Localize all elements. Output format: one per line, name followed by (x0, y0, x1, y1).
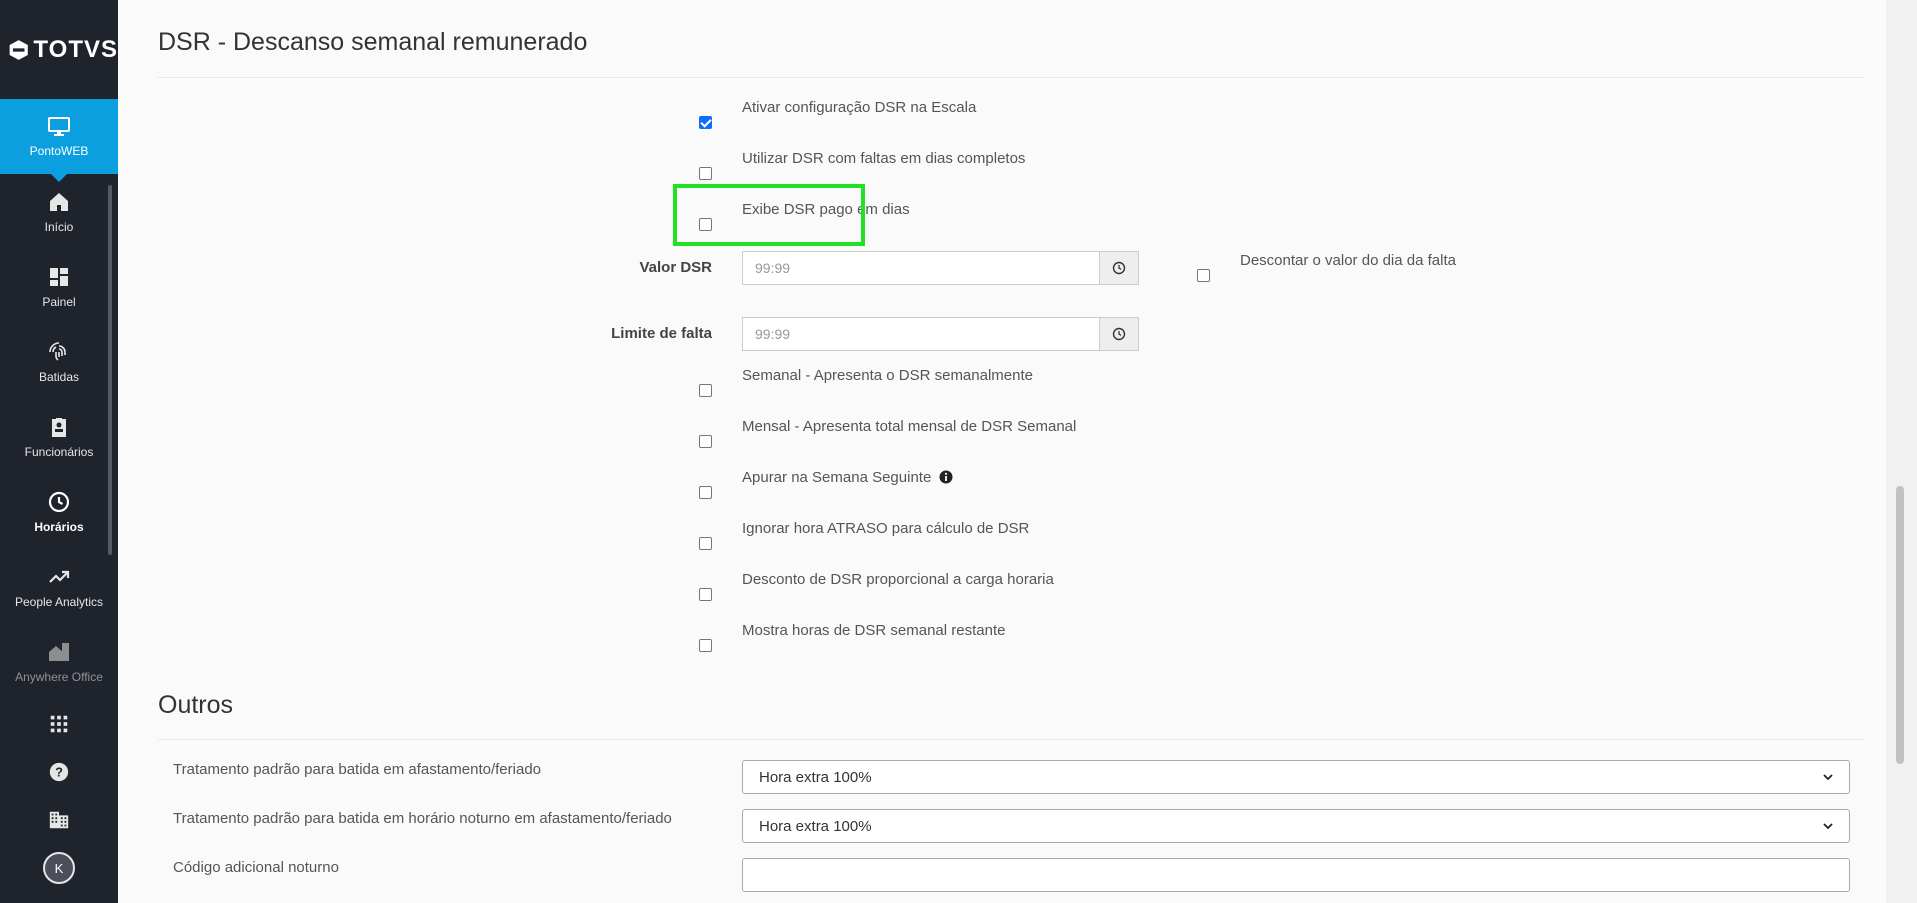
divider (158, 739, 1864, 740)
tratamento-noturno-select[interactable]: Hora extra 100% (742, 809, 1850, 843)
valor-dsr-label: Valor DSR (639, 259, 712, 276)
app-label: PontoWEB (29, 143, 89, 158)
codigo-adicional-noturno-label: Código adicional noturno (173, 859, 339, 876)
company-icon (49, 811, 69, 829)
logo-text: TOTVS (33, 35, 118, 63)
ativar-dsr-label: Ativar configuração DSR na Escala (742, 99, 977, 116)
chevron-down-icon (1823, 823, 1833, 830)
apps-grid-icon (50, 715, 68, 733)
home-icon (50, 192, 68, 211)
apurar-semana-label-wrap: Apurar na Semana Seguinte (742, 469, 953, 486)
ativar-dsr-checkbox[interactable] (699, 116, 712, 129)
highlight-box (673, 184, 865, 246)
valor-dsr-group (742, 251, 1139, 285)
sidebar-nav: Início Painel Batidas Funcionários Horár… (0, 174, 118, 692)
chevron-down-icon (1823, 774, 1833, 781)
sidebar-item-inicio[interactable]: Início (0, 174, 118, 249)
utilizar-dsr-faltas-label: Utilizar DSR com faltas em dias completo… (742, 150, 1026, 167)
monitor-icon (48, 116, 70, 136)
divider (158, 77, 1864, 78)
sidebar-item-batidas[interactable]: Batidas (0, 324, 118, 399)
mensal-label: Mensal - Apresenta total mensal de DSR S… (742, 418, 1077, 435)
valor-dsr-clock-button[interactable] (1100, 251, 1139, 285)
limite-falta-input[interactable] (742, 317, 1100, 351)
sidebar-item-label: Painel (42, 294, 76, 309)
descontar-valor-checkbox[interactable] (1197, 269, 1210, 282)
tratamento-afastamento-select[interactable]: Hora extra 100% (742, 760, 1850, 794)
company-button[interactable] (0, 796, 118, 844)
semanal-checkbox[interactable] (699, 384, 712, 397)
help-icon: ? (49, 762, 69, 782)
outros-section-title: Outros (158, 691, 234, 719)
avatar[interactable]: K (43, 852, 75, 884)
svg-text:?: ? (55, 765, 63, 780)
sidebar-item-label: Funcionários (24, 444, 94, 459)
sidebar-item-horarios[interactable]: Horários (0, 474, 118, 549)
sidebar-item-label: Início (44, 219, 74, 234)
select-value: Hora extra 100% (759, 768, 872, 786)
page-scrollbar[interactable] (1886, 0, 1917, 903)
sidebar-item-label: Horários (34, 519, 84, 534)
sidebar-item-anywhere-office[interactable]: Anywhere Office (0, 624, 118, 692)
badge-icon (52, 417, 66, 437)
fingerprint-icon (49, 341, 66, 361)
valor-dsr-input[interactable] (742, 251, 1100, 285)
totvs-logo-icon (9, 39, 28, 60)
codigo-adicional-noturno-input[interactable] (742, 858, 1850, 892)
apurar-semana-checkbox[interactable] (699, 486, 712, 499)
scrollbar-thumb[interactable] (1896, 486, 1904, 764)
mostra-horas-checkbox[interactable] (699, 639, 712, 652)
desconto-proporcional-checkbox[interactable] (699, 588, 712, 601)
main-content: DSR - Descanso semanal remunerado Ativar… (118, 0, 1917, 903)
limite-falta-label: Limite de falta (611, 325, 712, 342)
mensal-checkbox[interactable] (699, 435, 712, 448)
limite-falta-group (742, 317, 1139, 351)
sidebar-scrollbar[interactable] (108, 185, 112, 555)
descontar-valor-label: Descontar o valor do dia da falta (1240, 252, 1456, 269)
home-work-icon (49, 642, 69, 661)
apps-grid-button[interactable] (0, 700, 118, 748)
sidebar-item-label: Anywhere Office (15, 669, 103, 684)
select-value: Hora extra 100% (759, 817, 872, 835)
sidebar: TOTVS PontoWEB Início Painel Batidas Fun… (0, 0, 118, 903)
sidebar-bottom: ? K (0, 700, 118, 884)
sidebar-item-label: Batidas (38, 369, 80, 384)
mostra-horas-label: Mostra horas de DSR semanal restante (742, 622, 1006, 639)
totvs-logo[interactable]: TOTVS (0, 0, 118, 99)
tratamento-noturno-label: Tratamento padrão para batida em horário… (173, 810, 672, 827)
tratamento-afastamento-label: Tratamento padrão para batida em afastam… (173, 761, 541, 778)
clock-icon (1112, 327, 1126, 341)
clock-icon (48, 491, 70, 512)
dashboard-icon (50, 267, 68, 286)
limite-falta-clock-button[interactable] (1100, 317, 1139, 351)
app-pontoweb[interactable]: PontoWEB (0, 99, 118, 182)
sidebar-item-funcionarios[interactable]: Funcionários (0, 399, 118, 474)
sidebar-item-people-analytics[interactable]: People Analytics (0, 549, 118, 624)
dsr-section-title: DSR - Descanso semanal remunerado (158, 28, 588, 56)
ignorar-atraso-checkbox[interactable] (699, 537, 712, 550)
utilizar-dsr-faltas-checkbox[interactable] (699, 167, 712, 180)
apurar-semana-label: Apurar na Semana Seguinte (742, 469, 932, 486)
trending-up-icon (49, 570, 70, 583)
desconto-proporcional-label: Desconto de DSR proporcional a carga hor… (742, 571, 1054, 588)
info-icon[interactable] (939, 470, 953, 484)
clock-icon (1112, 261, 1126, 275)
sidebar-item-label: People Analytics (14, 594, 104, 609)
sidebar-item-painel[interactable]: Painel (0, 249, 118, 324)
settings-panel: DSR - Descanso semanal remunerado Ativar… (118, 0, 1886, 903)
ignorar-atraso-label: Ignorar hora ATRASO para cálculo de DSR (742, 520, 1030, 537)
help-button[interactable]: ? (0, 748, 118, 796)
semanal-label: Semanal - Apresenta o DSR semanalmente (742, 367, 1033, 384)
